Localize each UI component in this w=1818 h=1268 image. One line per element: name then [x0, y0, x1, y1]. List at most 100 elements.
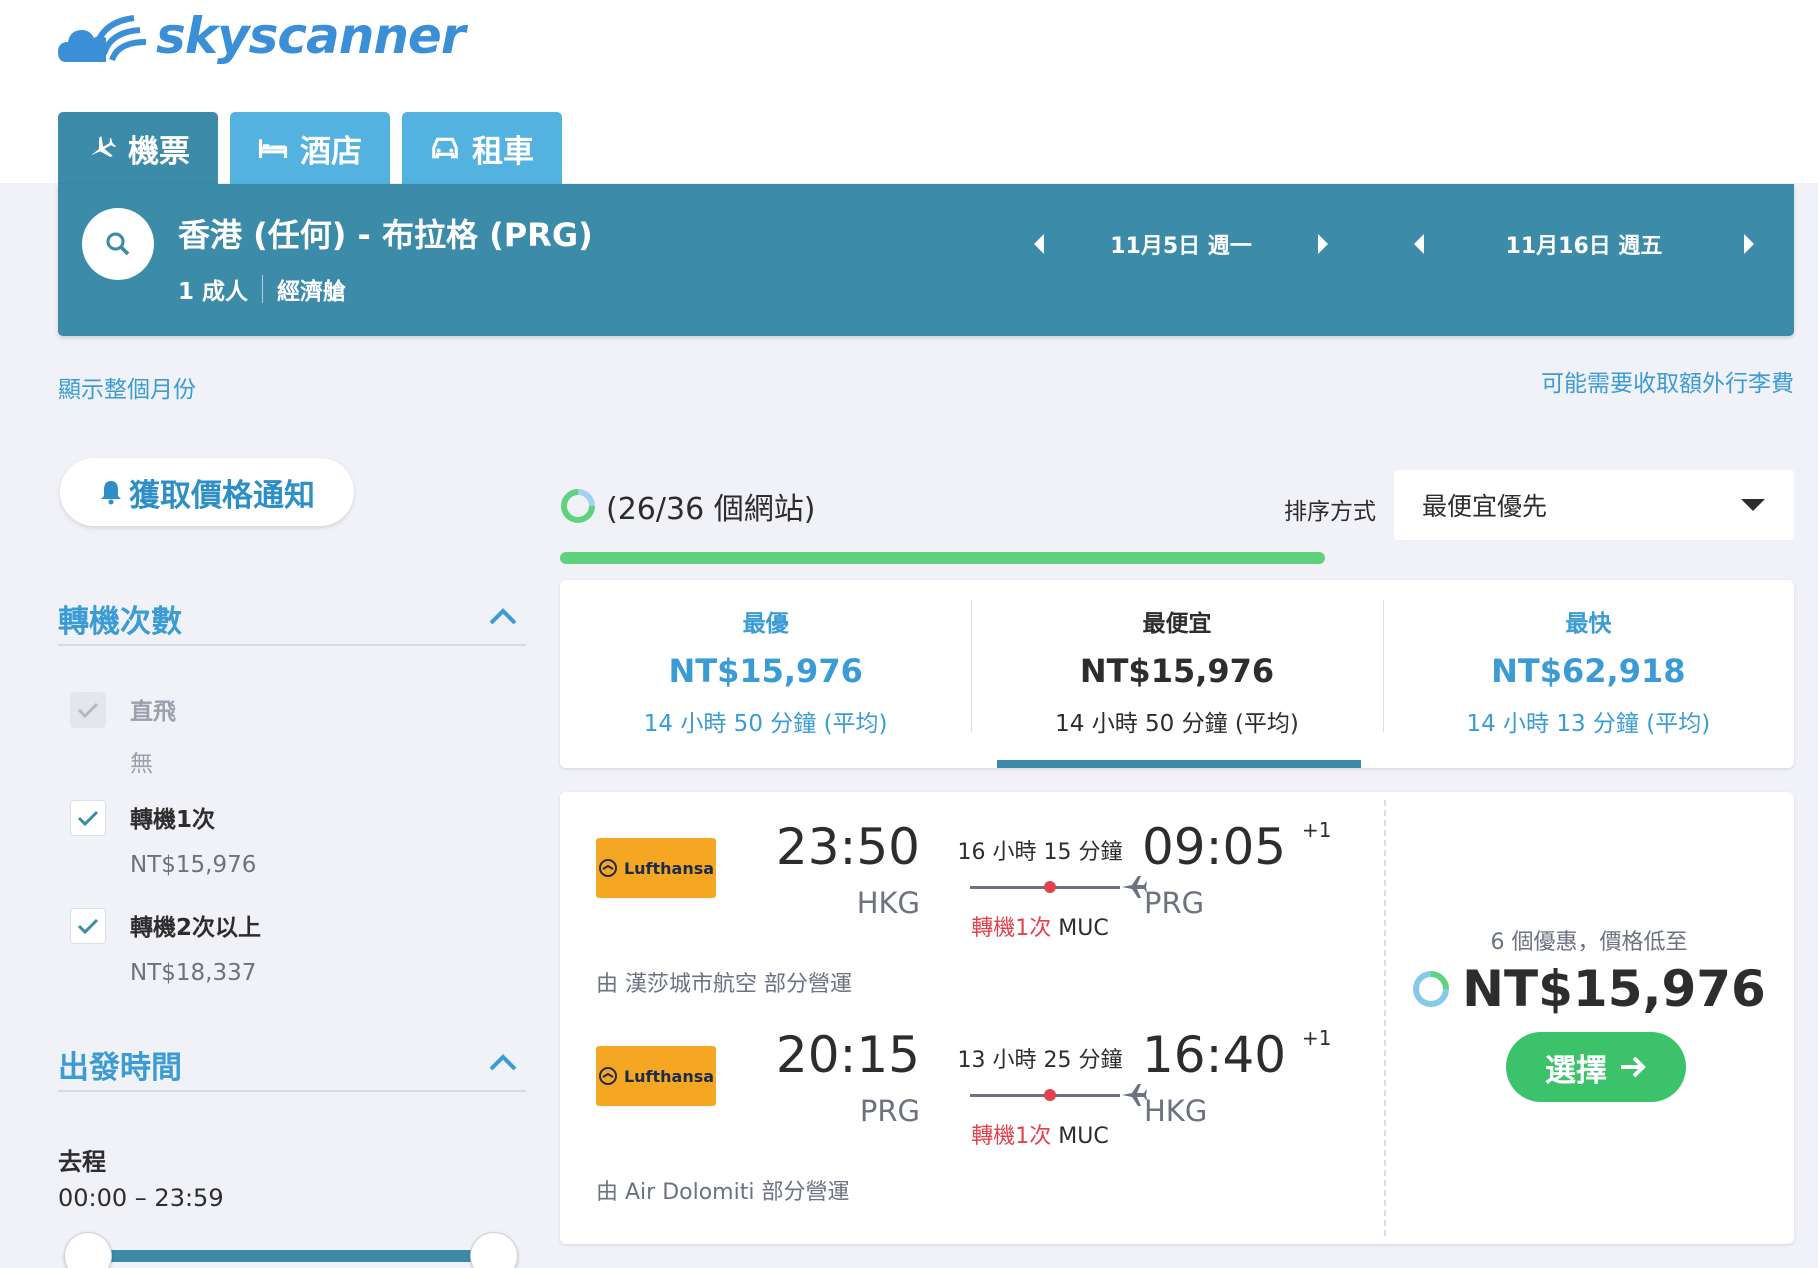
cheapest-duration: 14 小時 50 分鐘 (平均) [1055, 711, 1299, 737]
return-leg: Lufthansa 20:15 PRG 13 小時 25 分鐘 轉機1次 MUC… [596, 1026, 1376, 1166]
tab-fastest[interactable]: 最快 NT$62,918 14 小時 13 分鐘 (平均) [1382, 580, 1794, 768]
arrive-day-offset: +1 [1302, 818, 1332, 842]
edit-search-button[interactable] [82, 208, 154, 280]
brand-name: skyscanner [156, 7, 466, 65]
departure-time-filter-title: 出發時間 [58, 1050, 182, 1086]
skyscanner-logo[interactable]: skyscanner [56, 4, 466, 68]
return-date[interactable]: 11月16日 週五 [1434, 228, 1734, 260]
stops-filter-title: 轉機次數 [58, 604, 182, 640]
flight-duration: 16 小時 15 分鐘 [957, 840, 1123, 865]
airline-name: Lufthansa [623, 858, 715, 878]
tab-hotels-label: 酒店 [300, 133, 362, 170]
tab-best[interactable]: 最優 NT$15,976 14 小時 50 分鐘 (平均) [560, 580, 971, 768]
select-label: 選擇 [1545, 1052, 1607, 1089]
passenger-cabin-info[interactable]: 1 成人 經濟艙 [178, 272, 346, 306]
time-slider-track[interactable] [88, 1250, 494, 1262]
operated-by: 由 漢莎城市航空 部分營運 [596, 972, 852, 997]
loading-spinner-icon [1413, 971, 1450, 1007]
baggage-fees-link[interactable]: 可能需要收取額外行李費 [1541, 364, 1794, 398]
stops-count: 轉機1次 [971, 916, 1052, 941]
search-icon [106, 232, 130, 256]
arrive-airport: PRG [1144, 886, 1205, 920]
caret-down-icon [1741, 499, 1765, 511]
depart-prev-day-button[interactable] [1024, 233, 1054, 255]
search-progress-bar [560, 552, 1325, 564]
cheapest-heading: 最便宜 [1142, 611, 1212, 637]
fastest-price: NT$62,918 [1491, 652, 1686, 690]
check-icon [77, 702, 99, 719]
passenger-count: 1 成人 [178, 279, 249, 305]
chevron-up-icon [489, 1054, 517, 1071]
best-price: NT$15,976 [668, 652, 863, 690]
airline-logo: Lufthansa [596, 838, 716, 898]
ticket-divider [1384, 800, 1386, 1236]
car-icon [432, 137, 458, 159]
search-summary-bar: 香港 (任何) - 布拉格 (PRG) 1 成人 經濟艙 11月5日 週一 11… [58, 184, 1794, 336]
route-line [970, 1084, 1147, 1106]
direct-label: 直飛 [130, 699, 176, 725]
depart-next-day-button[interactable] [1308, 233, 1338, 255]
crane-icon [598, 1067, 617, 1085]
tab-cars[interactable]: 租車 [402, 112, 562, 184]
price-alert-label: 獲取價格通知 [129, 477, 315, 514]
arrive-day-offset: +1 [1302, 1026, 1332, 1050]
stops-option-direct: 直飛 無 [70, 692, 176, 778]
depart-date[interactable]: 11月5日 週一 [1054, 228, 1308, 260]
stops-option-one[interactable]: 轉機1次 NT$15,976 [70, 800, 256, 878]
product-tabs: 機票 酒店 租車 [58, 112, 562, 184]
via-airport: MUC [1058, 1124, 1109, 1149]
flight-duration: 13 小時 25 分鐘 [957, 1048, 1123, 1073]
depart-date-picker: 11月5日 週一 [1024, 218, 1338, 270]
loading-spinner-icon [561, 489, 595, 523]
direct-price: 無 [130, 751, 153, 777]
select-button[interactable]: 選擇 [1506, 1032, 1686, 1102]
bell-icon [101, 481, 121, 505]
tab-flights[interactable]: 機票 [58, 112, 218, 184]
via-airport: MUC [1058, 916, 1109, 941]
best-duration: 14 小時 50 分鐘 (平均) [643, 711, 888, 737]
sort-label: 排序方式 [1284, 499, 1376, 525]
departure-time-filter-header[interactable]: 出發時間 [58, 1042, 526, 1092]
tab-cheapest[interactable]: 最便宜 NT$15,976 14 小時 50 分鐘 (平均) [971, 580, 1382, 768]
return-prev-day-button[interactable] [1404, 233, 1434, 255]
route-title[interactable]: 香港 (任何) - 布拉格 (PRG) [178, 210, 593, 256]
stops-filter-header[interactable]: 轉機次數 [58, 596, 526, 646]
check-icon [77, 810, 99, 827]
triangle-left-icon [1034, 234, 1044, 254]
depart-airport: HKG [856, 886, 920, 920]
bed-icon [258, 139, 288, 158]
time-slider-end-handle[interactable] [470, 1232, 518, 1268]
direct-checkbox [70, 692, 106, 728]
one-stop-checkbox[interactable] [70, 800, 106, 836]
cheapest-price: NT$15,976 [1079, 652, 1275, 690]
show-whole-month-link[interactable]: 顯示整個月份 [58, 370, 196, 404]
flight-result-card[interactable]: Lufthansa 23:50 HKG 16 小時 15 分鐘 轉機1次 MUC… [560, 792, 1794, 1244]
two-plus-stops-checkbox[interactable] [70, 908, 106, 944]
check-icon [77, 918, 99, 935]
two-plus-stops-price: NT$18,337 [130, 960, 257, 986]
stop-dot [1044, 881, 1056, 893]
tab-cars-label: 租車 [472, 133, 534, 170]
fastest-heading: 最快 [1565, 611, 1612, 637]
outbound-time-range: 00:00 – 23:59 [58, 1184, 224, 1212]
arrow-right-icon [1621, 1056, 1646, 1078]
stops-info: 轉機1次 MUC [950, 1118, 1130, 1150]
fastest-duration: 14 小時 13 分鐘 (平均) [1466, 711, 1711, 737]
return-date-picker: 11月16日 週五 [1404, 218, 1764, 270]
crane-icon [598, 859, 617, 877]
search-progress: (26/36 個網站) [560, 484, 815, 528]
time-slider-start-handle[interactable] [64, 1232, 112, 1268]
stops-option-two-plus[interactable]: 轉機2次以上 NT$18,337 [70, 908, 261, 986]
route-line [970, 876, 1147, 898]
depart-time: 20:15 [775, 1026, 920, 1084]
one-stop-price: NT$15,976 [130, 852, 257, 878]
sun-cloud-icon [58, 15, 147, 62]
separator [262, 275, 264, 303]
price-alert-button[interactable]: 獲取價格通知 [60, 458, 354, 526]
tab-hotels[interactable]: 酒店 [230, 112, 390, 184]
one-stop-label: 轉機1次 [130, 807, 216, 833]
triangle-right-icon [1744, 234, 1754, 254]
plane-icon [90, 136, 116, 157]
sort-dropdown[interactable]: 最便宜優先 [1394, 470, 1794, 540]
return-next-day-button[interactable] [1734, 233, 1764, 255]
